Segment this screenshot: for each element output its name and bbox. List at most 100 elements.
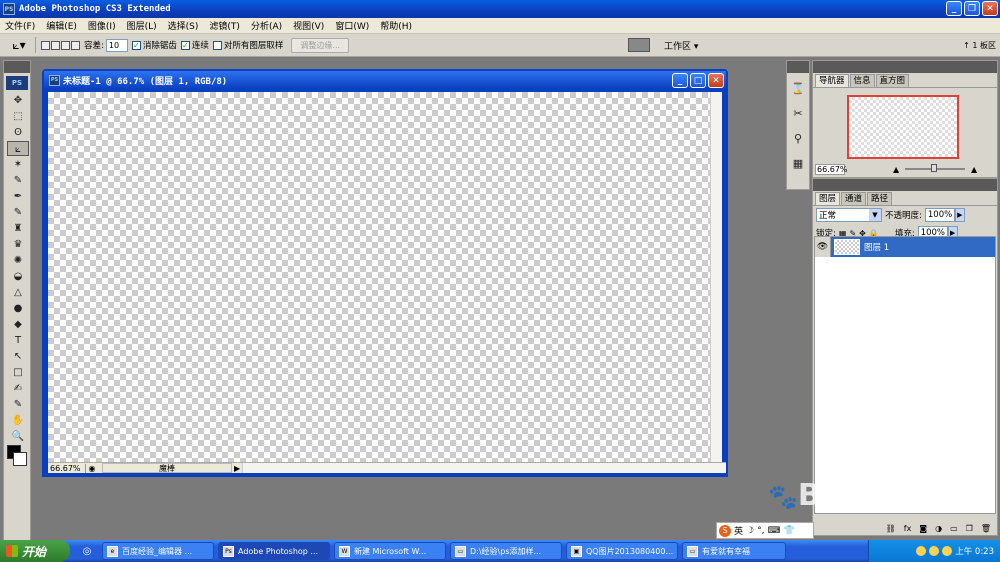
menu-view[interactable]: 视图(V) <box>288 19 330 32</box>
eyedropper-tool-icon[interactable]: ✎ <box>7 397 29 412</box>
status-menu-arrow-icon[interactable]: ▶ <box>234 464 242 473</box>
panel-grip[interactable] <box>787 61 809 73</box>
task-love-happiness[interactable]: ▭ 有爱就有幸福 <box>682 542 786 560</box>
dodge-tool-icon[interactable]: ● <box>7 301 29 316</box>
notes-tool-icon[interactable]: ✍ <box>7 381 29 396</box>
menu-help[interactable]: 帮助(H) <box>375 19 418 32</box>
panel-header[interactable] <box>813 179 997 191</box>
ime-mode-label[interactable]: 英 <box>734 524 743 537</box>
tab-histogram[interactable]: 直方图 <box>875 74 910 87</box>
close-button[interactable]: ✕ <box>982 1 998 16</box>
sample-all-layers-checkbox[interactable]: 对所有图层取样 <box>212 39 283 51</box>
healing-brush-icon[interactable]: ✒ <box>7 189 29 204</box>
task-word[interactable]: W 新建 Microsoft W... <box>334 542 446 560</box>
menu-layer[interactable]: 图层(L) <box>122 19 163 32</box>
brush-tool-icon[interactable]: ✎ <box>7 205 29 220</box>
menu-select[interactable]: 选择(S) <box>163 19 205 32</box>
anti-alias-checkbox[interactable]: ✓ 消除锯齿 <box>131 39 177 51</box>
menu-analysis[interactable]: 分析(A) <box>246 19 288 32</box>
delete-layer-icon[interactable]: 🗑 <box>981 524 991 533</box>
blur-tool-icon[interactable]: △ <box>7 285 29 300</box>
hand-tool-icon[interactable]: ✋ <box>7 413 29 428</box>
tab-info[interactable]: 信息 <box>849 74 875 87</box>
move-tool-icon[interactable]: ✥ <box>7 93 29 108</box>
eye-icon[interactable]: 👁 <box>815 237 831 257</box>
tray-icon[interactable] <box>929 546 940 556</box>
layer-style-icon[interactable]: fx <box>904 524 912 533</box>
skin-icon[interactable]: 👕 <box>783 526 794 536</box>
bridge-icon[interactable] <box>628 38 650 52</box>
path-selection-icon[interactable]: ↖ <box>7 349 29 364</box>
tab-paths[interactable]: 路径 <box>867 192 893 205</box>
task-baidu-editor[interactable]: e 百度经验_编辑器 ... <box>102 542 214 560</box>
vertical-scrollbar[interactable] <box>710 92 722 466</box>
intersect-selection-icon[interactable] <box>71 40 80 50</box>
new-group-icon[interactable]: ▭ <box>950 524 958 533</box>
marquee-tool-icon[interactable]: ⬚ <box>7 109 29 124</box>
tab-layers[interactable]: 图层 <box>815 192 841 205</box>
keyboard-icon[interactable]: ⌨ <box>767 526 780 536</box>
punctuation-icon[interactable]: °, <box>757 526 764 536</box>
tab-channels[interactable]: 通道 <box>841 192 867 205</box>
horizontal-scrollbar[interactable] <box>242 463 726 473</box>
slice-tool-icon[interactable]: ✎ <box>7 173 29 188</box>
canvas-area[interactable] <box>48 92 716 466</box>
contiguous-checkbox[interactable]: ✓ 连续 <box>180 39 209 51</box>
doc-close-button[interactable]: ✕ <box>708 73 724 88</box>
navigator-zoom-field[interactable]: 66.67% <box>815 164 848 175</box>
clone-stamp-icon[interactable]: ♜ <box>7 221 29 236</box>
tray-icon[interactable] <box>942 546 953 556</box>
brushes-panel-icon[interactable]: ⚲ <box>789 130 807 148</box>
menu-edit[interactable]: 编辑(E) <box>41 19 83 32</box>
zoom-in-icon[interactable]: ▲ <box>971 165 977 174</box>
subtract-selection-icon[interactable] <box>61 40 70 50</box>
doc-maximize-button[interactable]: □ <box>690 73 706 88</box>
doc-minimize-button[interactable]: _ <box>672 73 688 88</box>
adjustment-layer-icon[interactable]: ◑ <box>935 524 942 533</box>
type-tool-icon[interactable]: T <box>7 333 29 348</box>
panel-grip[interactable] <box>4 61 30 73</box>
opacity-input[interactable]: 100% <box>924 208 955 222</box>
background-color-swatch[interactable] <box>13 452 27 466</box>
blend-mode-select[interactable]: 正常 ▼ <box>816 208 882 222</box>
magic-wand-tool-icon[interactable]: ⟀ <box>7 141 29 156</box>
transparent-canvas[interactable] <box>48 92 712 464</box>
clock[interactable]: 上午 0:23 <box>955 545 994 557</box>
add-selection-icon[interactable] <box>51 40 60 50</box>
clone-source-icon[interactable]: ▦ <box>789 155 807 173</box>
tray-icon[interactable] <box>916 546 927 556</box>
zoom-field[interactable]: 66.67% <box>48 463 86 473</box>
task-qq-image[interactable]: ▣ QQ图片2013080400... <box>566 542 678 560</box>
eraser-tool-icon[interactable]: ✺ <box>7 253 29 268</box>
crop-tool-icon[interactable]: ✶ <box>7 157 29 172</box>
workspace-menu[interactable]: 工作区 ▾ <box>664 39 698 52</box>
link-layers-icon[interactable]: ⛓ <box>886 524 896 533</box>
opacity-arrow-icon[interactable]: ▶ <box>954 208 965 222</box>
tool-presets-icon[interactable]: ✂ <box>789 105 807 123</box>
quick-launch-ie-icon[interactable]: ◎ <box>76 546 98 557</box>
panel-header[interactable] <box>813 61 997 73</box>
layer-row[interactable]: 👁 图层 1 <box>815 237 995 257</box>
refine-edge-button[interactable]: 调整边缘... <box>291 37 350 53</box>
task-folder[interactable]: ▭ D:\经验\ps添加样... <box>450 542 562 560</box>
history-brush-icon[interactable]: ♛ <box>7 237 29 252</box>
menu-file[interactable]: 文件(F) <box>0 19 41 32</box>
pen-tool-icon[interactable]: ◆ <box>7 317 29 332</box>
task-photoshop[interactable]: Ps Adobe Photoshop ... <box>218 542 330 560</box>
minimize-button[interactable]: _ <box>946 1 962 16</box>
new-selection-icon[interactable] <box>41 40 50 50</box>
document-titlebar[interactable]: PS 未标题-1 @ 66.7% (图层 1, RGB/8) _ □ ✕ <box>44 71 726 89</box>
shape-tool-icon[interactable]: □ <box>7 365 29 380</box>
zoom-tool-icon[interactable]: 🔍 <box>7 429 29 444</box>
restore-button[interactable]: ❐ <box>964 1 980 16</box>
menu-filter[interactable]: 滤镜(T) <box>204 19 246 32</box>
menu-window[interactable]: 窗口(W) <box>330 19 375 32</box>
menu-image[interactable]: 图像(I) <box>83 19 122 32</box>
zoom-out-icon[interactable]: ▲ <box>893 165 899 174</box>
layer-mask-icon[interactable]: ◙ <box>919 524 927 533</box>
new-layer-icon[interactable]: ❐ <box>966 524 973 533</box>
magic-wand-icon[interactable]: ⟀▾ <box>8 37 30 54</box>
lasso-tool-icon[interactable]: ʘ <box>7 125 29 140</box>
status-info-icon[interactable]: ◉ <box>86 464 98 473</box>
navigator-preview[interactable] <box>847 95 959 159</box>
